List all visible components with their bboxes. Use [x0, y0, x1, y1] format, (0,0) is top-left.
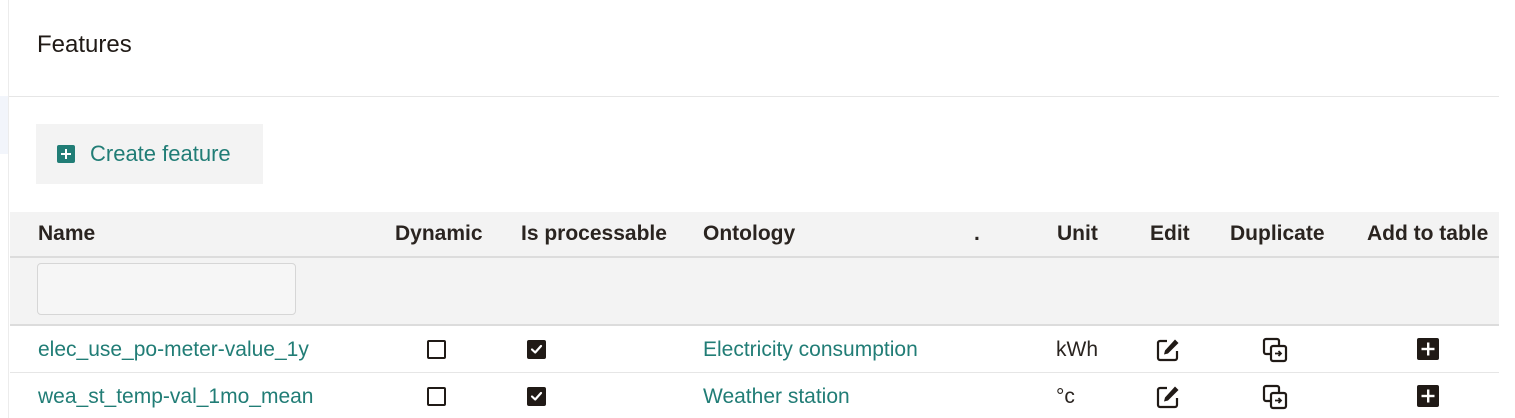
title-divider: [9, 96, 1499, 97]
column-header-duplicate: Duplicate: [1230, 222, 1325, 245]
unit-value: kWh: [1056, 338, 1098, 361]
create-feature-button[interactable]: Create feature: [36, 124, 263, 184]
unit-value: °c: [1056, 385, 1075, 408]
sidebar-active-indicator: [0, 96, 8, 154]
column-header-name[interactable]: Name: [38, 222, 95, 246]
feature-name-link[interactable]: wea_st_temp-val_1mo_mean: [38, 385, 313, 409]
edit-icon[interactable]: [1155, 384, 1181, 410]
column-header-dot[interactable]: .: [974, 222, 980, 246]
duplicate-icon[interactable]: [1262, 384, 1288, 410]
column-header-add-to-table: Add to table: [1367, 222, 1489, 245]
table-row: elec_use_po-meter-value_1y Electricity c…: [10, 326, 1499, 373]
column-header-unit[interactable]: Unit: [1057, 222, 1098, 246]
table-filter-row: [10, 258, 1499, 326]
plus-square-icon[interactable]: [1416, 384, 1442, 410]
checkmark-icon: [530, 344, 543, 354]
column-header-is-processable[interactable]: Is processable: [521, 222, 667, 246]
dynamic-checkbox[interactable]: [427, 387, 446, 406]
column-header-dynamic[interactable]: Dynamic: [395, 222, 483, 246]
create-feature-label: Create feature: [90, 141, 231, 166]
is-processable-checkbox[interactable]: [527, 340, 546, 359]
features-page: Features Create feature Name Dynamic Is …: [0, 0, 1515, 418]
checkmark-icon: [530, 391, 543, 401]
edit-icon[interactable]: [1155, 337, 1181, 363]
table-header-row: Name Dynamic Is processable Ontology . U…: [10, 212, 1499, 258]
is-processable-checkbox[interactable]: [527, 387, 546, 406]
plus-square-icon: [57, 145, 75, 163]
duplicate-icon[interactable]: [1262, 337, 1288, 363]
name-filter-input[interactable]: [37, 263, 296, 315]
column-header-ontology[interactable]: Ontology: [703, 222, 795, 246]
left-sidebar-edge: [0, 0, 9, 418]
page-title: Features: [37, 31, 132, 58]
column-header-edit: Edit: [1150, 222, 1190, 245]
feature-name-link[interactable]: elec_use_po-meter-value_1y: [38, 338, 309, 362]
ontology-link[interactable]: Electricity consumption: [703, 338, 918, 362]
dynamic-checkbox[interactable]: [427, 340, 446, 359]
table-row: wea_st_temp-val_1mo_mean Weather station…: [10, 373, 1499, 418]
features-table: Name Dynamic Is processable Ontology . U…: [10, 212, 1499, 418]
plus-square-icon[interactable]: [1416, 337, 1442, 363]
ontology-link[interactable]: Weather station: [703, 385, 850, 409]
